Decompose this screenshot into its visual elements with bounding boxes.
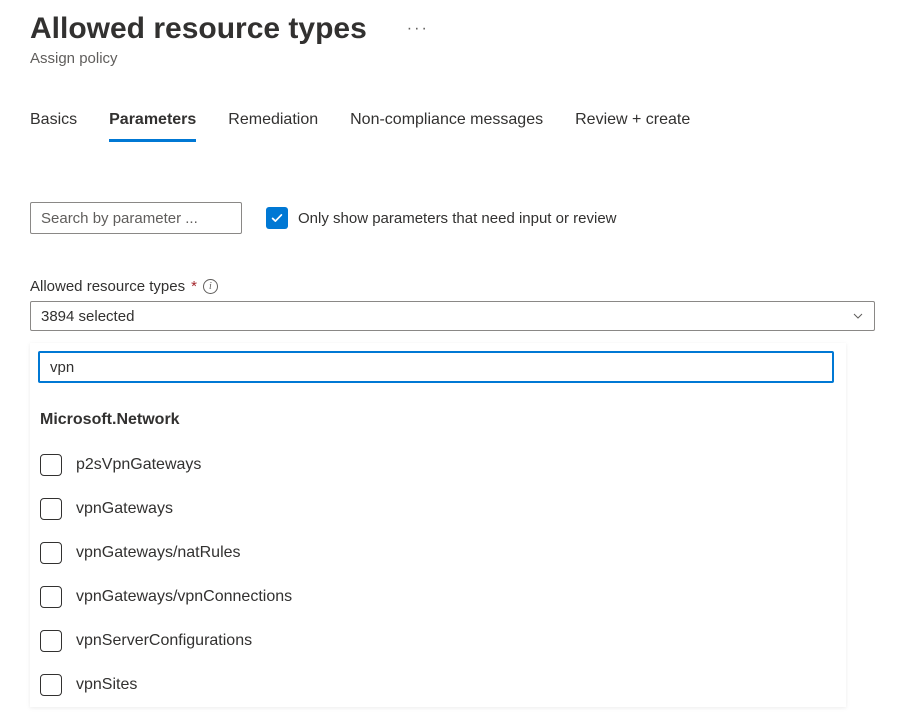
option-row[interactable]: vpnServerConfigurations <box>38 619 838 663</box>
option-label: vpnServerConfigurations <box>76 632 252 650</box>
more-actions-icon[interactable]: ··· <box>387 20 429 38</box>
tab-remediation[interactable]: Remediation <box>228 111 318 142</box>
option-list: p2sVpnGateways vpnGateways vpnGateways/n… <box>38 443 838 707</box>
required-star-icon: * <box>191 278 197 295</box>
dropdown-filter-input[interactable] <box>38 351 834 383</box>
info-icon[interactable]: i <box>203 279 218 294</box>
checkbox-unchecked-icon <box>40 454 62 476</box>
page-header: Allowed resource types ··· <box>30 12 877 46</box>
page-subtitle: Assign policy <box>30 50 877 67</box>
tab-parameters[interactable]: Parameters <box>109 111 196 142</box>
checkbox-unchecked-icon <box>40 630 62 652</box>
search-input[interactable] <box>30 202 242 234</box>
option-row[interactable]: vpnGateways/vpnConnections <box>38 575 838 619</box>
checkbox-unchecked-icon <box>40 674 62 696</box>
checkbox-unchecked-icon <box>40 498 62 520</box>
option-label: p2sVpnGateways <box>76 456 201 474</box>
tab-basics[interactable]: Basics <box>30 111 77 142</box>
checkbox-checked-icon <box>266 207 288 229</box>
option-label: vpnGateways <box>76 500 173 518</box>
tab-noncompliance[interactable]: Non-compliance messages <box>350 111 543 142</box>
checkbox-unchecked-icon <box>40 586 62 608</box>
controls-row: Only show parameters that need input or … <box>30 202 877 234</box>
tab-bar: Basics Parameters Remediation Non-compli… <box>30 111 877 142</box>
option-row[interactable]: vpnGateways/natRules <box>38 531 838 575</box>
option-row[interactable]: vpnSites <box>38 663 838 707</box>
field-label-row: Allowed resource types * i <box>30 278 877 295</box>
dropdown-panel: Microsoft.Network p2sVpnGateways vpnGate… <box>30 343 846 707</box>
field-label: Allowed resource types <box>30 278 185 295</box>
resource-types-select[interactable]: 3894 selected <box>30 301 875 331</box>
option-row[interactable]: vpnGateways <box>38 487 838 531</box>
chevron-down-icon <box>852 310 864 322</box>
checkbox-unchecked-icon <box>40 542 62 564</box>
tab-review-create[interactable]: Review + create <box>575 111 690 142</box>
option-label: vpnGateways/natRules <box>76 544 241 562</box>
select-value: 3894 selected <box>41 308 134 325</box>
option-label: vpnGateways/vpnConnections <box>76 588 292 606</box>
only-show-label: Only show parameters that need input or … <box>298 210 617 227</box>
option-row[interactable]: p2sVpnGateways <box>38 443 838 487</box>
option-label: vpnSites <box>76 676 137 694</box>
page-title: Allowed resource types <box>30 12 367 46</box>
only-show-toggle[interactable]: Only show parameters that need input or … <box>266 207 617 229</box>
dropdown-group-title: Microsoft.Network <box>40 411 838 429</box>
